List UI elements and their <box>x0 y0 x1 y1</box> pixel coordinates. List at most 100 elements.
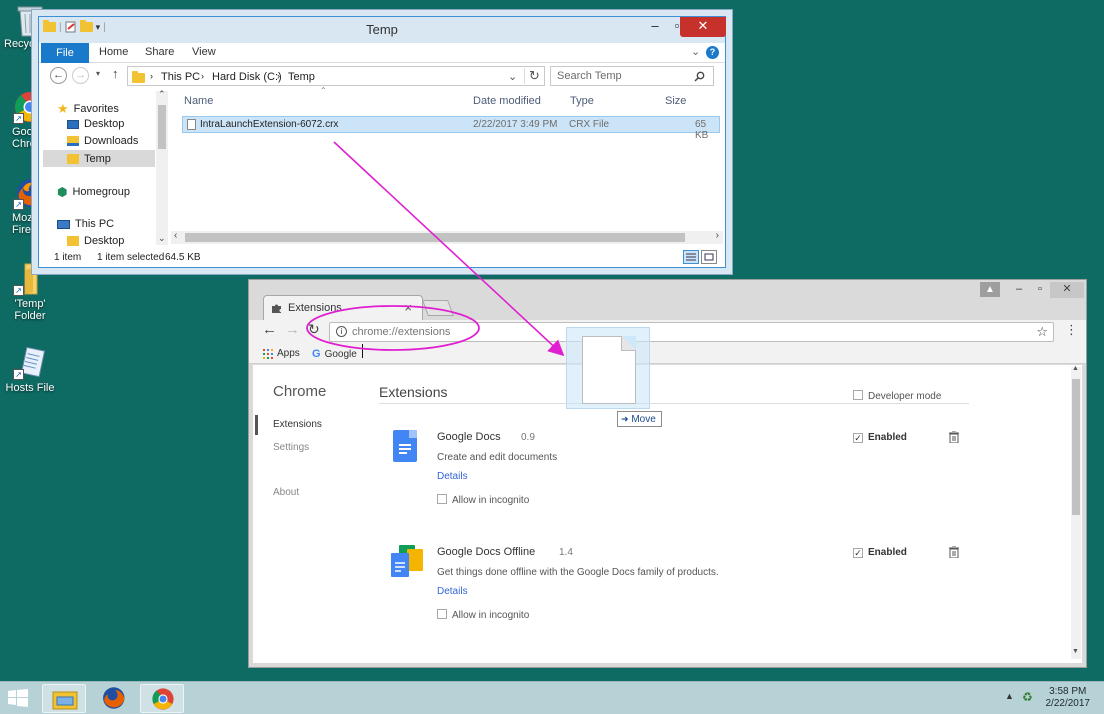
nav-item-this-pc[interactable]: This PC <box>57 218 114 230</box>
ribbon-tab-share[interactable]: Share <box>145 46 174 58</box>
bookmark-star-icon[interactable]: ☆ <box>1036 324 1048 340</box>
navigation-pane[interactable]: ★ Favorites Desktop Downloads Temp ⬢ Hom… <box>39 89 169 247</box>
scrollbar-thumb[interactable] <box>158 105 166 149</box>
large-icons-view-button[interactable] <box>701 250 717 264</box>
enabled-toggle[interactable]: ✓ Enabled <box>853 432 907 443</box>
chrome-minimize-button[interactable]: – <box>1009 282 1029 298</box>
chrome-maximize-button[interactable]: ▫ <box>1030 282 1050 298</box>
clock-date: 2/22/2017 <box>1045 698 1091 709</box>
explorer-window[interactable]: | ▾ | Temp – ▫ ✕ File Home Share View ⌄ … <box>38 16 726 268</box>
nav-item-favorites[interactable]: ★ Favorites <box>57 101 119 117</box>
expand-ribbon-chevron-icon[interactable]: ⌄ <box>691 45 700 58</box>
breadcrumb-this-pc[interactable]: This PC <box>161 71 200 83</box>
sidebar-item-extensions[interactable]: Extensions <box>273 419 322 430</box>
forward-button[interactable]: → <box>72 67 89 84</box>
scroll-left-arrow-icon[interactable]: ‹ <box>174 230 177 241</box>
recent-locations-dropdown-icon[interactable]: ▾ <box>96 69 100 78</box>
chrome-close-button[interactable]: ✕ <box>1050 282 1084 298</box>
nav-item-downloads[interactable]: Downloads <box>67 135 138 147</box>
scroll-down-arrow-icon[interactable]: ▼ <box>1072 648 1079 655</box>
omnibox[interactable]: i chrome://extensions ☆ <box>329 322 1054 342</box>
scrollbar-thumb[interactable] <box>1072 379 1080 515</box>
file-date-modified: 2/22/2017 3:49 PM <box>473 119 558 130</box>
enabled-checkbox[interactable]: ✓ <box>853 433 863 443</box>
ribbon-tab-file[interactable]: File <box>41 43 89 63</box>
breadcrumb-temp[interactable]: Temp <box>288 71 315 83</box>
explorer-titlebar[interactable]: | ▾ | Temp – ▫ ✕ <box>39 17 726 43</box>
profile-button[interactable]: ▲ <box>980 282 1000 297</box>
taskbar-chrome[interactable] <box>140 684 184 713</box>
desktop-icon-temp-folder[interactable]: ↗ 'Temp' Folder <box>0 262 60 322</box>
remove-extension-trash-icon[interactable] <box>949 546 959 558</box>
back-button[interactable]: ← <box>50 67 67 84</box>
ribbon-tab-view[interactable]: View <box>192 46 216 58</box>
tab-close-icon[interactable]: × <box>404 300 412 315</box>
extension-version: 1.4 <box>559 547 573 558</box>
scroll-right-arrow-icon[interactable]: › <box>716 230 719 241</box>
sidebar-item-settings[interactable]: Settings <box>273 442 309 453</box>
address-bar[interactable]: › This PC › Hard Disk (C:) › Temp ⌄ ↻ <box>127 66 545 86</box>
nav-item-label: Downloads <box>84 135 139 147</box>
close-button[interactable]: ✕ <box>680 17 726 37</box>
remove-extension-trash-icon[interactable] <box>949 431 959 443</box>
shortcut-arrow-icon: ↗ <box>13 285 24 296</box>
nav-item-desktop-pc[interactable]: Desktop <box>67 235 124 247</box>
scroll-down-arrow-icon[interactable]: ⌄ <box>158 233 166 244</box>
column-header-date-modified[interactable]: Date modified <box>473 95 541 107</box>
allow-incognito-checkbox[interactable] <box>437 494 447 504</box>
chrome-window[interactable]: Extensions × ▲ – ▫ ✕ ← → ↻ i chrome://ex… <box>248 279 1087 668</box>
reload-icon[interactable]: ↻ <box>308 321 320 338</box>
scroll-up-arrow-icon[interactable]: ⌃ <box>158 89 166 100</box>
chrome-menu-icon[interactable]: ⋮ <box>1065 323 1078 337</box>
enabled-checkbox[interactable]: ✓ <box>853 548 863 558</box>
refresh-icon[interactable]: ↻ <box>524 68 540 84</box>
column-header-name[interactable]: Name <box>184 95 213 107</box>
developer-mode-checkbox[interactable] <box>853 390 863 400</box>
scroll-up-arrow-icon[interactable]: ▲ <box>1072 365 1079 372</box>
up-button[interactable]: ↑ <box>112 66 119 81</box>
system-clock[interactable]: 3:58 PM 2/22/2017 <box>1046 686 1091 710</box>
file-list-horizontal-scrollbar[interactable]: ‹ › <box>171 230 723 244</box>
bookmark-google[interactable]: G Google <box>312 348 357 360</box>
forward-arrow-icon[interactable]: → <box>285 321 300 338</box>
file-list[interactable]: ⌃ Name Date modified Type Size IntraLaun… <box>169 86 725 247</box>
back-arrow-icon[interactable]: ← <box>262 321 277 338</box>
nav-item-desktop[interactable]: Desktop <box>67 118 124 130</box>
allow-incognito-toggle[interactable]: Allow in incognito <box>437 609 529 621</box>
column-header-type[interactable]: Type <box>570 95 594 107</box>
extension-details-link[interactable]: Details <box>437 471 468 482</box>
page-scrollbar[interactable]: ▲ ▼ <box>1071 365 1081 659</box>
file-row[interactable]: IntraLaunchExtension-6072.crx 2/22/2017 … <box>182 116 720 141</box>
tab-extensions[interactable]: Extensions × <box>263 295 423 321</box>
address-dropdown-icon[interactable]: ⌄ <box>508 70 517 83</box>
extensions-page[interactable]: Chrome Extensions Settings About Extensi… <box>253 365 1082 663</box>
ribbon-tab-home[interactable]: Home <box>99 46 128 58</box>
scrollbar-thumb[interactable] <box>185 233 685 242</box>
search-input[interactable]: Search Temp <box>550 66 714 86</box>
breadcrumb-hard-disk[interactable]: Hard Disk (C:) <box>212 71 282 83</box>
show-hidden-icons-chevron-icon[interactable]: ▲ <box>1005 691 1014 701</box>
extension-details-link[interactable]: Details <box>437 586 468 597</box>
new-tab-button[interactable] <box>422 300 454 316</box>
allow-incognito-checkbox[interactable] <box>437 609 447 619</box>
nav-item-homegroup[interactable]: ⬢ Homegroup <box>57 185 130 199</box>
taskbar-file-explorer[interactable] <box>42 684 86 713</box>
nav-item-temp[interactable]: Temp <box>43 150 155 167</box>
allow-incognito-toggle[interactable]: Allow in incognito <box>437 494 529 506</box>
desktop-icon-hosts-file[interactable]: ↗ Hosts File <box>0 346 60 394</box>
details-view-button[interactable] <box>683 250 699 264</box>
info-icon[interactable]: i <box>336 326 347 337</box>
search-placeholder: Search Temp <box>557 70 622 82</box>
network-icon[interactable]: ♻ <box>1022 690 1033 704</box>
taskbar-firefox[interactable] <box>91 684 135 713</box>
help-icon[interactable]: ? <box>706 46 719 59</box>
bookmark-apps[interactable]: Apps <box>263 348 300 359</box>
developer-mode-toggle[interactable]: Developer mode <box>853 390 941 402</box>
sidebar-item-about[interactable]: About <box>273 487 299 498</box>
column-header-size[interactable]: Size <box>665 95 686 107</box>
enabled-toggle[interactable]: ✓ Enabled <box>853 547 907 558</box>
nav-pane-scrollbar[interactable]: ⌃ ⌄ <box>156 89 168 245</box>
minimize-button[interactable]: – <box>645 17 665 37</box>
start-button[interactable] <box>8 689 28 710</box>
search-icon[interactable] <box>694 71 705 82</box>
